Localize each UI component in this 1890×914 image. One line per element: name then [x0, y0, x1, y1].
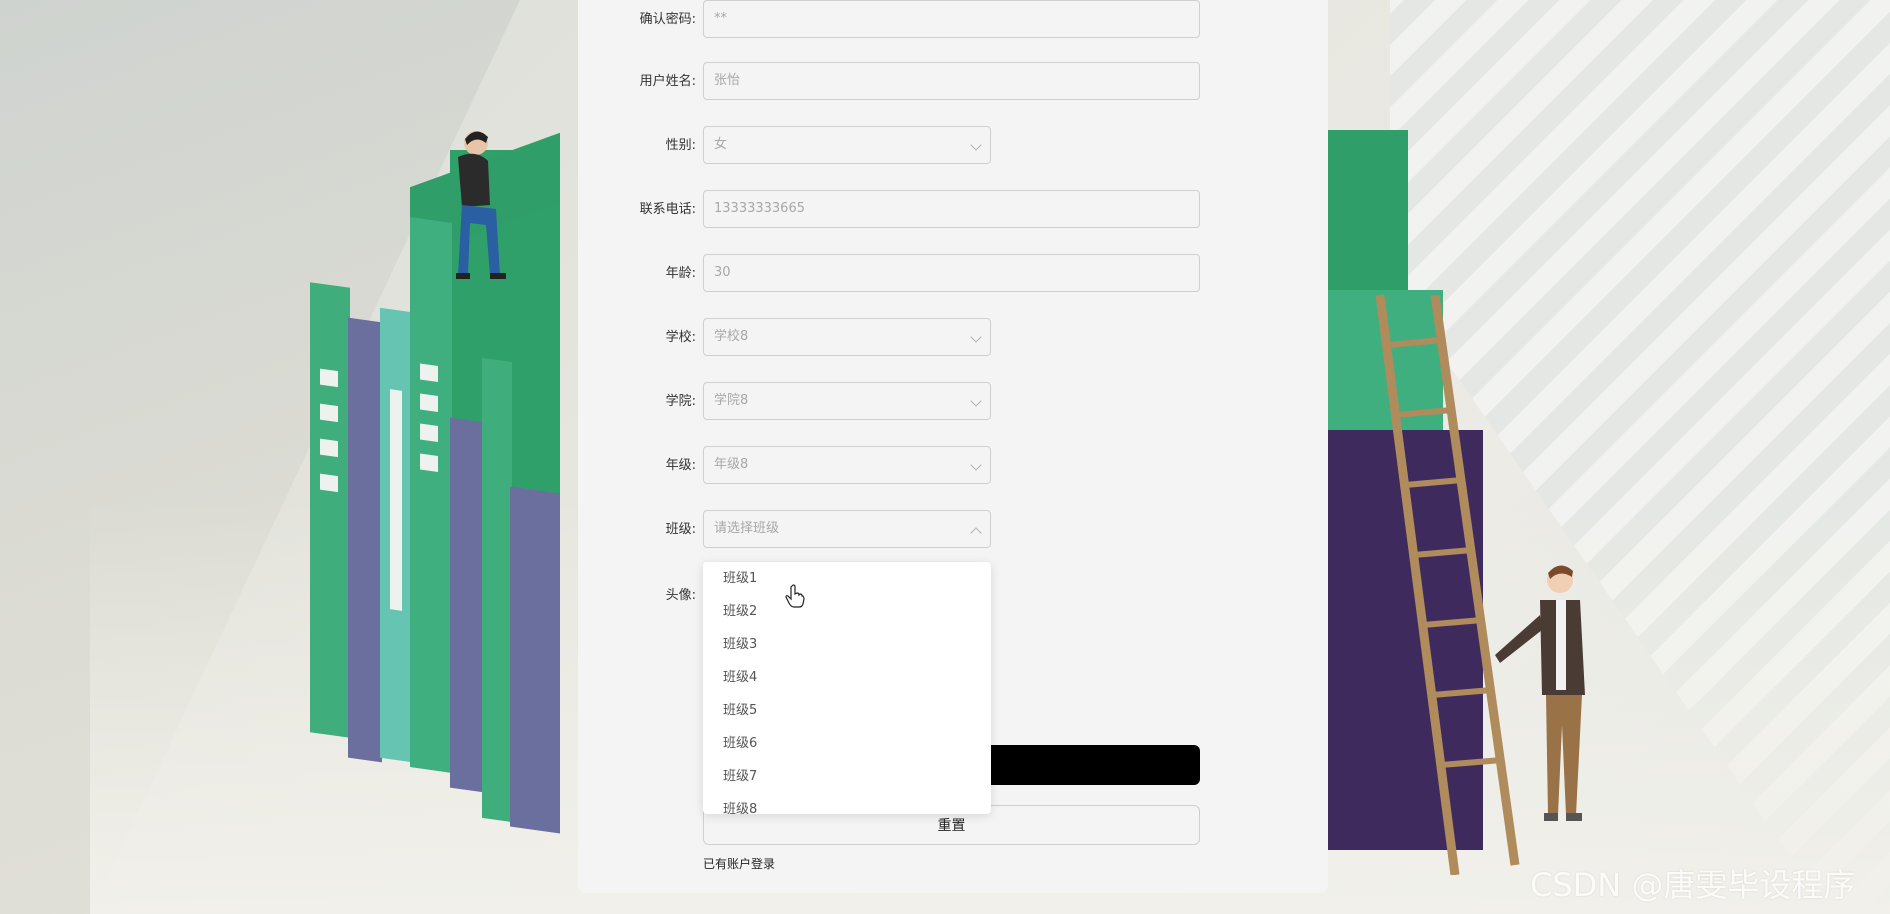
chevron-down-icon	[970, 139, 982, 151]
book-mark	[320, 438, 338, 458]
school-select[interactable]: 学校8	[703, 318, 991, 356]
class-option[interactable]: 班级8	[703, 793, 991, 814]
user-name-input[interactable]: 张怡	[703, 62, 1200, 100]
hand-pointer-icon	[785, 584, 805, 608]
user-name-row: 用户姓名: 张怡	[578, 62, 1328, 102]
book-mark	[420, 363, 438, 382]
standing-person-illustration	[1495, 565, 1585, 821]
book-purple	[510, 486, 560, 834]
book-stripe	[390, 389, 402, 611]
avatar-label: 头像:	[665, 588, 696, 603]
school-label: 学校:	[665, 330, 696, 345]
college-value: 学院8	[714, 393, 749, 408]
book-mark	[420, 453, 438, 472]
class-dropdown-menu: 班级1 班级2 班级3 班级4 班级5 班级6 班级7 班级8	[703, 562, 991, 814]
book-green	[310, 282, 350, 738]
book-mark	[320, 368, 338, 388]
class-option[interactable]: 班级7	[703, 760, 991, 793]
class-option[interactable]: 班级2	[703, 595, 991, 628]
college-label: 学院:	[665, 394, 696, 409]
college-row: 学院: 学院8	[578, 382, 1328, 422]
class-label: 班级:	[665, 522, 696, 537]
grade-label: 年级:	[665, 458, 696, 473]
book-mark	[320, 473, 338, 493]
sitting-person-illustration	[456, 131, 506, 279]
gender-select[interactable]: 女	[703, 126, 991, 164]
class-option[interactable]: 班级1	[703, 562, 991, 595]
watermark-text: CSDN @唐雯毕设程序	[1530, 866, 1856, 904]
book-green-tall	[410, 217, 452, 773]
school-value: 学校8	[714, 329, 749, 344]
phone-row: 联系电话: 13333333665	[578, 190, 1328, 230]
grade-row: 年级: 年级8	[578, 446, 1328, 486]
age-input[interactable]: 30	[703, 254, 1200, 292]
class-option[interactable]: 班级4	[703, 661, 991, 694]
phone-label: 联系电话:	[639, 202, 696, 217]
class-placeholder: 请选择班级	[714, 521, 780, 536]
book-purple	[348, 317, 382, 763]
age-label: 年龄:	[665, 266, 696, 281]
chevron-down-icon	[970, 331, 982, 343]
class-option[interactable]: 班级5	[703, 694, 991, 727]
grade-select[interactable]: 年级8	[703, 446, 991, 484]
book-mark	[420, 393, 438, 412]
gender-value: 女	[714, 137, 728, 152]
user-name-label: 用户姓名:	[639, 74, 696, 89]
confirm-password-row: 确认密码: **	[578, 0, 1328, 40]
phone-input[interactable]: 13333333665	[703, 190, 1200, 228]
chevron-down-icon	[970, 459, 982, 471]
class-option[interactable]: 班级3	[703, 628, 991, 661]
age-row: 年龄: 30	[578, 254, 1328, 294]
chevron-down-icon	[970, 395, 982, 407]
class-row: 班级: 请选择班级	[578, 510, 1328, 550]
book-purple	[450, 417, 484, 793]
book-green	[482, 357, 512, 823]
book-mark	[320, 403, 338, 423]
school-row: 学校: 学校8	[578, 318, 1328, 358]
class-select[interactable]: 请选择班级	[703, 510, 991, 548]
college-select[interactable]: 学院8	[703, 382, 991, 420]
chevron-up-icon	[970, 527, 982, 539]
gender-row: 性别: 女	[578, 126, 1328, 166]
grade-value: 年级8	[714, 457, 749, 472]
class-option[interactable]: 班级6	[703, 727, 991, 760]
gender-label: 性别:	[665, 138, 696, 153]
confirm-password-input[interactable]: **	[703, 0, 1200, 38]
book-mark	[420, 423, 438, 442]
confirm-password-label: 确认密码:	[639, 12, 696, 27]
login-link[interactable]: 已有账户登录	[703, 855, 775, 872]
book-teal	[380, 307, 412, 763]
